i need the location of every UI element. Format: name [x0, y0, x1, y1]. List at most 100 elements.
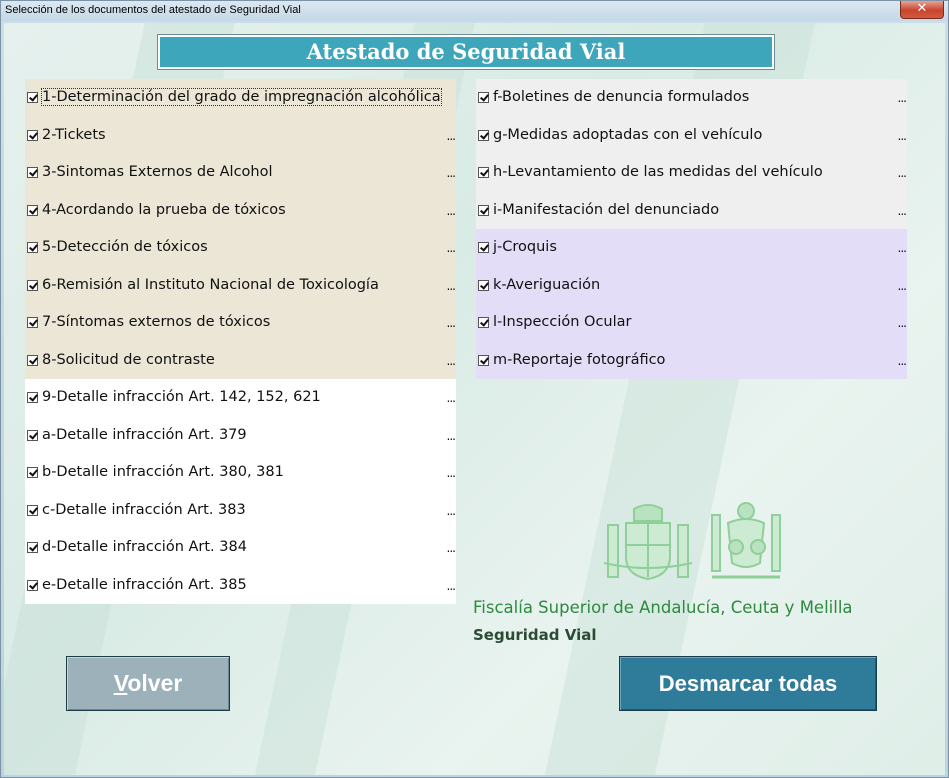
close-icon: ✕	[916, 1, 928, 16]
details-button[interactable]: ...	[447, 241, 457, 255]
checkbox[interactable]	[478, 204, 489, 216]
checkbox-label[interactable]: g-Medidas adoptadas con el vehículo	[493, 127, 762, 143]
checkbox[interactable]	[27, 504, 38, 516]
checkbox-item[interactable]: a-Detalle infracción Art. 379...	[25, 425, 456, 449]
checkbox-item[interactable]: 5-Detección de tóxicos...	[25, 237, 456, 261]
checkbox-label[interactable]: h-Levantamiento de las medidas del vehíc…	[493, 164, 823, 180]
andalucia-coat-of-arms-icon	[711, 502, 781, 579]
checkbox-item[interactable]: 7-Síntomas externos de tóxicos...	[25, 312, 456, 336]
checkbox[interactable]	[478, 279, 489, 291]
checkbox-label[interactable]: 6-Remisión al Instituto Nacional de Toxi…	[42, 277, 379, 293]
checkbox-item[interactable]: g-Medidas adoptadas con el vehículo...	[476, 125, 907, 149]
checkbox-item[interactable]: f-Boletines de denuncia formulados...	[476, 87, 907, 111]
details-button[interactable]: ...	[447, 504, 457, 518]
checkbox-item[interactable]: h-Levantamiento de las medidas del vehíc…	[476, 162, 907, 186]
details-button[interactable]: ...	[447, 354, 457, 368]
checkbox-item[interactable]: 2-Tickets...	[25, 125, 456, 149]
checkbox[interactable]	[27, 392, 38, 403]
organization-name: Fiscalía Superior de Andalucía, Ceuta y …	[473, 598, 853, 617]
details-button[interactable]: ...	[447, 466, 457, 480]
checkbox-label[interactable]: 9-Detalle infracción Art. 142, 152, 621	[42, 389, 321, 405]
checkbox-item[interactable]: l-Inspección Ocular...	[476, 312, 907, 336]
title-bar[interactable]: Selección de los documentos del atestado…	[1, 1, 948, 21]
checkbox[interactable]	[27, 167, 38, 178]
checkbox-label[interactable]: c-Detalle infracción Art. 383	[42, 502, 246, 518]
checkbox-label[interactable]: j-Croquis	[493, 239, 557, 255]
checkbox[interactable]	[27, 242, 38, 253]
checkbox-label[interactable]: b-Detalle infracción Art. 380, 381	[42, 464, 284, 480]
checkbox[interactable]	[27, 317, 38, 328]
details-button[interactable]: ...	[898, 166, 908, 180]
checkbox-item[interactable]: 1-Determinación del grado de impregnació…	[25, 87, 456, 111]
checkbox-item[interactable]: 9-Detalle infracción Art. 142, 152, 621.…	[25, 387, 456, 411]
checkbox-label[interactable]: k-Averiguación	[493, 277, 600, 293]
volver-label: olver	[127, 670, 183, 696]
checkbox[interactable]	[27, 204, 38, 216]
details-button[interactable]: ...	[447, 429, 457, 443]
details-button[interactable]: ...	[898, 91, 908, 105]
checkbox[interactable]	[27, 354, 38, 366]
checkbox-item[interactable]: 4-Acordando la prueba de tóxicos...	[25, 200, 456, 224]
details-button[interactable]: ...	[447, 316, 457, 330]
details-button[interactable]: ...	[447, 579, 457, 593]
checkbox-label[interactable]: 5-Detección de tóxicos	[42, 239, 208, 255]
checkbox-item[interactable]: m-Reportaje fotográfico...	[476, 350, 907, 374]
details-button[interactable]: ...	[898, 279, 908, 293]
volver-mnemonic: V	[113, 670, 128, 696]
checkbox[interactable]	[27, 129, 38, 141]
checkbox-label[interactable]: 3-Sintomas Externos de Alcohol	[42, 164, 273, 180]
panel-infracciones	[25, 379, 456, 604]
checkbox-item[interactable]: c-Detalle infracción Art. 383...	[25, 500, 456, 524]
details-button[interactable]: ...	[898, 129, 908, 143]
details-button[interactable]: ...	[447, 129, 457, 143]
details-button[interactable]: ...	[898, 316, 908, 330]
checkbox-label[interactable]: 7-Síntomas externos de tóxicos	[42, 314, 270, 330]
details-button[interactable]: ...	[447, 391, 457, 405]
details-button[interactable]: ...	[447, 166, 457, 180]
checkbox-item[interactable]: 3-Sintomas Externos de Alcohol...	[25, 162, 456, 186]
checkbox-item[interactable]: b-Detalle infracción Art. 380, 381...	[25, 462, 456, 486]
checkbox-label[interactable]: e-Detalle infracción Art. 385	[42, 577, 247, 593]
checkbox-label[interactable]: d-Detalle infracción Art. 384	[42, 539, 247, 555]
checkbox-item[interactable]: j-Croquis...	[476, 237, 907, 261]
checkbox[interactable]	[478, 167, 489, 178]
checkbox[interactable]	[478, 317, 489, 328]
checkbox[interactable]	[478, 92, 489, 103]
volver-button[interactable]: Volver	[66, 656, 230, 711]
checkbox[interactable]	[478, 242, 489, 253]
checkbox-item[interactable]: i-Manifestación del denunciado...	[476, 200, 907, 224]
close-button[interactable]: ✕	[900, 1, 944, 19]
checkbox-label[interactable]: m-Reportaje fotográfico	[493, 352, 665, 368]
checkbox[interactable]	[27, 429, 38, 441]
checkbox-label[interactable]: 2-Tickets	[42, 127, 106, 143]
checkbox-label[interactable]: f-Boletines de denuncia formulados	[493, 89, 749, 105]
checkbox-label[interactable]: 1-Determinación del grado de impregnació…	[41, 88, 442, 106]
checkbox-item[interactable]: d-Detalle infracción Art. 384...	[25, 537, 456, 561]
details-button[interactable]: ...	[447, 204, 457, 218]
checkbox-item[interactable]: 8-Solicitud de contraste...	[25, 350, 456, 374]
checkbox-item[interactable]: e-Detalle infracción Art. 385...	[25, 575, 456, 599]
checkbox-item[interactable]: k-Averiguación...	[476, 275, 907, 299]
checkbox[interactable]	[27, 542, 38, 553]
desmarcar-todas-button[interactable]: Desmarcar todas	[619, 656, 877, 711]
checkbox[interactable]	[27, 279, 38, 291]
details-button[interactable]: ...	[898, 204, 908, 218]
checkbox[interactable]	[478, 354, 489, 366]
checkbox-label[interactable]: 8-Solicitud de contraste	[42, 352, 215, 368]
spain-coat-of-arms-icon	[603, 504, 693, 581]
details-button[interactable]: ...	[898, 241, 908, 255]
checkbox-item[interactable]: 6-Remisión al Instituto Nacional de Toxi…	[25, 275, 456, 299]
checkbox[interactable]	[27, 467, 38, 478]
checkbox-label[interactable]: i-Manifestación del denunciado	[493, 202, 719, 218]
details-button[interactable]: ...	[898, 354, 908, 368]
checkbox-label[interactable]: a-Detalle infracción Art. 379	[42, 427, 247, 443]
details-button[interactable]: ...	[447, 279, 457, 293]
checkbox-label[interactable]: l-Inspección Ocular	[493, 314, 632, 330]
window-title: Selección de los documentos del atestado…	[5, 4, 301, 16]
checkbox-label[interactable]: 4-Acordando la prueba de tóxicos	[42, 202, 286, 218]
details-button[interactable]: ...	[447, 541, 457, 555]
checkbox[interactable]	[27, 92, 38, 103]
checkbox[interactable]	[27, 579, 38, 591]
form-client-area: Atestado de Seguridad Vial 1-Determinaci…	[4, 23, 945, 775]
checkbox[interactable]	[478, 129, 489, 141]
